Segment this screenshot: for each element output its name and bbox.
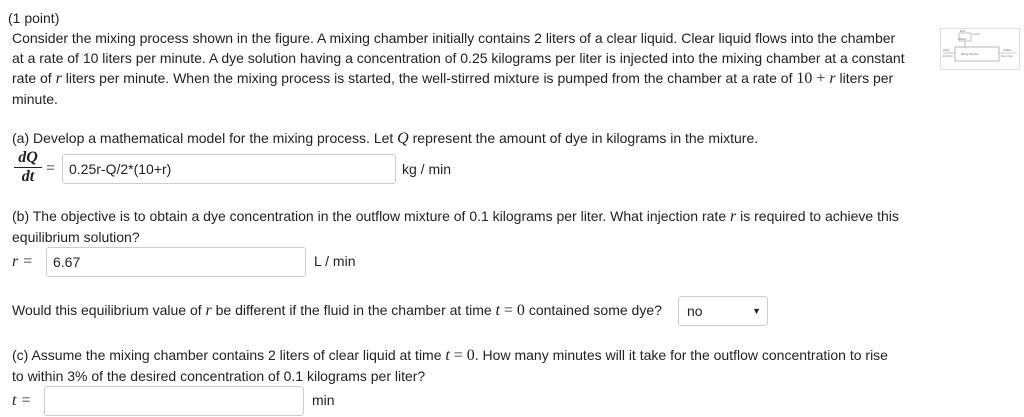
mixing-process-figure[interactable]: Dye solution r L/min Inflow 10 L/min Mix… [940,28,1020,70]
fraction-denominator: dt [21,168,35,185]
var-t: t [495,302,500,319]
equals-zero: = 0 [453,347,475,364]
var-Q: Q [397,130,409,147]
figure-inflow-rate-label: 10 L/min [943,55,953,58]
intro-line-2: at a rate of 10 liters per minute. A dye… [12,50,905,66]
dq-dt-fraction: dQ dt [14,150,42,185]
part-c-line-2: to within 3% of the desired concentratio… [12,368,426,384]
part-b-line-1-tail: is required to achieve this [740,208,899,224]
intro-line-3: rate of r liters per minute. When the mi… [12,68,932,89]
intro-line-4: minute. [12,91,58,107]
var-t: t [445,347,450,364]
part-c-line-1-tail: . How many minutes will it take for the … [474,347,888,363]
equals-zero: = 0 [503,302,525,319]
chevron-down-icon: ▼ [752,306,761,316]
part-b-line-2: equilibrium solution? [12,229,140,245]
figure-outflow-rate-label: 10+r L/min [1001,55,1013,58]
part-a-prompt-text: (a) Develop a mathematical model for the… [12,130,394,146]
part-a-prompt: (a) Develop a mathematical model for the… [12,128,758,149]
equals-sign: = [46,160,56,177]
question-mid: be different if the fluid in the chamber… [215,302,492,318]
fraction-numerator: dQ [18,149,38,166]
part-c-prompt: (c) Assume the mixing chamber contains 2… [12,345,932,386]
part-b-unit: L / min [314,253,356,269]
intro-line-3b: liters per minute. When the mixing proce… [65,70,793,86]
figure-chamber-label: Mixing chamber [961,53,979,56]
figure-inflow-label: Inflow [943,49,950,52]
injection-rate-input[interactable]: 6.67 [46,247,306,277]
figure-rate-label: r L/min [972,33,980,36]
time-answer-input[interactable] [44,386,304,416]
question-tail: contained some dye? [528,302,662,318]
dye-difference-select[interactable]: no ▼ [678,296,768,326]
intro-line-1: Consider the mixing process shown in the… [12,30,896,46]
part-a-prompt-tail: represent the amount of dye in kilograms… [412,130,759,146]
var-r: r [205,302,212,319]
part-c-unit: min [312,392,335,408]
dq-dt-answer-input[interactable]: 0.25r-Q/2*(10+r) [62,154,396,184]
part-b-prompt: (b) The objective is to obtain a dye con… [12,206,932,247]
intro-line-3a: rate of [12,70,52,86]
r-equals-label: r = [12,253,34,270]
part-a-unit: kg / min [402,161,452,177]
figure-solution-label: solution [958,38,967,41]
var-r: r [55,70,62,87]
outflow-rate-expr: 10 + r [796,70,836,87]
problem-statement: Consider the mixing process shown in the… [12,28,932,109]
figure-dye-label: Dye [960,29,966,33]
question-text: Would this equilibrium value of [12,302,202,318]
part-c-line-1-text: (c) Assume the mixing chamber contains 2… [12,347,442,363]
figure-outflow-label: Outflow [1003,49,1012,52]
points-label: (1 point) [8,10,60,26]
equilibrium-question: Would this equilibrium value of r be dif… [12,300,662,321]
t-equals-label: t = [12,392,32,409]
part-b-line-1: (b) The objective is to obtain a dye con… [12,206,932,227]
part-b-line-1-text: (b) The objective is to obtain a dye con… [12,208,727,224]
var-r: r [730,208,737,225]
select-value: no [687,303,703,319]
intro-line-3c: liters per [839,70,894,86]
part-c-line-1: (c) Assume the mixing chamber contains 2… [12,345,932,366]
